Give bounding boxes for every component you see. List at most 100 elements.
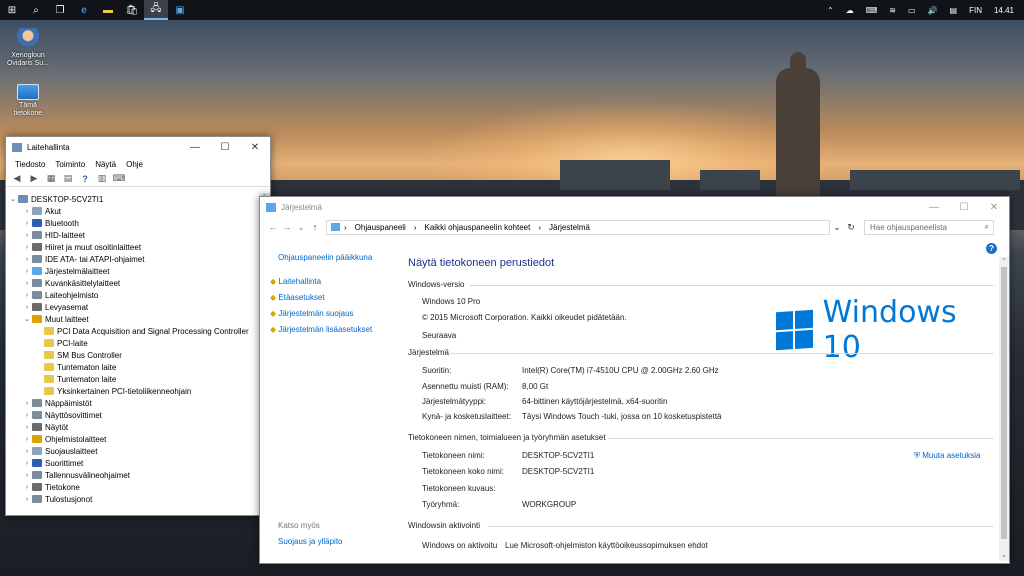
back-arrow-icon[interactable]: ← — [266, 222, 280, 232]
keyboard-icon[interactable]: ⌨ — [860, 6, 884, 15]
side-link-label[interactable]: Järjestelmän lisäasetukset — [278, 325, 372, 334]
tree-category-item[interactable]: › Kuvankäsittelylaitteet — [6, 277, 260, 289]
breadcrumb-all-items[interactable]: Kaikki ohjauspaneelin kohteet — [421, 223, 535, 232]
store-button[interactable]: 🛍 — [120, 0, 144, 20]
scroll-down-arrow[interactable]: ⌄ — [999, 551, 1009, 561]
menu-help[interactable]: Ohje — [121, 160, 148, 169]
address-bar[interactable]: › Ohjauspaneeli › Kaikki ohjauspaneelin … — [326, 219, 830, 235]
device-manager-taskbar-button[interactable]: 🖧 — [144, 0, 168, 20]
next-link[interactable]: Seuraava — [422, 331, 456, 340]
chevron-right-icon[interactable]: › — [22, 244, 32, 251]
desktop-icon-this-pc[interactable]: Tämä tietokone — [4, 80, 52, 118]
properties-icon[interactable]: ▤ — [61, 173, 75, 185]
forward-arrow-icon[interactable]: ▶ — [27, 173, 41, 185]
help-button[interactable]: ? — [986, 243, 997, 254]
minimize-button[interactable]: — — [919, 197, 949, 217]
chevron-down-icon[interactable]: ⌄ — [8, 195, 18, 203]
side-link-advanced[interactable]: ◆ Järjestelmän lisäasetukset — [270, 325, 372, 334]
tree-child-item[interactable]: Yksinkertainen PCI-tietoliikenneohjain — [6, 385, 260, 397]
tree-category-item[interactable]: › HID-laitteet — [6, 229, 260, 241]
side-link-protection[interactable]: ◆ Järjestelmän suojaus — [270, 309, 354, 318]
tree-category-item[interactable]: › Levyasemat — [6, 301, 260, 313]
battery-icon[interactable]: ▭ — [902, 6, 922, 15]
close-button[interactable]: ✕ — [979, 197, 1009, 217]
chevron-down-icon[interactable]: ⌄ — [294, 222, 308, 233]
menu-action[interactable]: Toiminto — [50, 160, 90, 169]
tree-category-item[interactable]: › Näytöt — [6, 421, 260, 433]
tree-category-item[interactable]: › Suorittimet — [6, 457, 260, 469]
side-link-label[interactable]: Laitehallinta — [278, 277, 321, 286]
chevron-right-icon[interactable]: › — [22, 412, 32, 419]
chevron-right-icon[interactable]: › — [22, 400, 32, 407]
tree-category-item[interactable]: › Tulostusjonot — [6, 493, 260, 505]
wifi-icon[interactable]: ≋ — [883, 6, 902, 15]
tree-category-item[interactable]: › Tietokone — [6, 481, 260, 493]
control-panel-home-link[interactable]: Ohjauspaneelin pääikkuna — [278, 253, 372, 262]
chevron-right-icon[interactable]: › — [22, 448, 32, 455]
control-panel-taskbar-button[interactable]: ▣ — [168, 0, 192, 20]
tree-child-item[interactable]: Tuntematon laite — [6, 361, 260, 373]
chevron-down-icon[interactable]: ⌄ — [22, 315, 32, 323]
help-icon[interactable]: ? — [78, 173, 92, 185]
tree-category-item[interactable]: › Akut — [6, 205, 260, 217]
side-link-label[interactable]: Järjestelmän suojaus — [278, 309, 353, 318]
license-terms-link[interactable]: Lue Microsoft-ohjelmiston käyttöoikeusso… — [505, 541, 708, 550]
side-link-label[interactable]: Etäasetukset — [278, 293, 324, 302]
tree-category-item[interactable]: › Tallennusvälineohjaimet — [6, 469, 260, 481]
tree-category-item[interactable]: › Laiteohjelmisto — [6, 289, 260, 301]
chevron-right-icon[interactable]: › — [22, 280, 32, 287]
onedrive-icon[interactable]: ☁ — [840, 6, 860, 15]
address-dropdown-icon[interactable]: ⌄ — [830, 222, 844, 233]
chevron-right-icon[interactable]: › — [22, 232, 32, 239]
breadcrumb-system[interactable]: Järjestelmä — [545, 223, 594, 232]
search-input[interactable]: Hae ohjauspaneelista ⌕ — [864, 219, 994, 235]
maximize-button[interactable]: ☐ — [210, 137, 240, 157]
chevron-right-icon[interactable]: › — [22, 208, 32, 215]
tree-category-item[interactable]: › Suojauslaitteet — [6, 445, 260, 457]
task-view-button[interactable]: ❐ — [48, 0, 72, 20]
tree-child-item[interactable]: SM Bus Controller — [6, 349, 260, 361]
side-link-device-manager[interactable]: ◆ Laitehallinta — [270, 277, 321, 286]
security-maintenance-link[interactable]: Suojaus ja ylläpito — [278, 537, 342, 546]
menu-file[interactable]: Tiedosto — [10, 160, 50, 169]
tree-category-item[interactable]: › Ohjelmistolaitteet — [6, 433, 260, 445]
edge-button[interactable]: e — [72, 0, 96, 20]
tree-category-item[interactable]: › Hiiret ja muut osoitinlaitteet — [6, 241, 260, 253]
chevron-right-icon[interactable]: › — [22, 484, 32, 491]
search-button[interactable]: ⌕ — [24, 0, 48, 20]
refresh-icon[interactable]: ↻ — [844, 222, 858, 233]
chevron-right-icon[interactable]: › — [22, 460, 32, 467]
file-explorer-button[interactable]: ▬ — [96, 0, 120, 20]
up-arrow-icon[interactable]: ↑ — [308, 222, 322, 232]
chevron-right-icon[interactable]: › — [22, 304, 32, 311]
tree-category-item[interactable]: › Bluetooth — [6, 217, 260, 229]
desktop-icon-user[interactable]: Xenogloun Ovidaris Su... — [4, 28, 52, 68]
chevron-right-icon[interactable]: › — [22, 268, 32, 275]
device-manager-titlebar[interactable]: Laitehallinta — ☐ ✕ — [6, 137, 270, 157]
tree-category-item[interactable]: › IDE ATA- tai ATAPI-ohjaimet — [6, 253, 260, 265]
system-scrollbar[interactable]: ⌃ ⌄ — [999, 257, 1009, 561]
scroll-thumb[interactable] — [1001, 267, 1007, 539]
scroll-up-arrow[interactable]: ⌃ — [999, 257, 1009, 267]
chevron-up-icon[interactable]: ⌃ — [821, 6, 840, 15]
forward-arrow-icon[interactable]: → — [280, 222, 294, 232]
tree-category-item[interactable]: › Näyttösovittimet — [6, 409, 260, 421]
clock[interactable]: 14.41 — [988, 6, 1024, 15]
breadcrumb-control-panel[interactable]: Ohjauspaneeli — [351, 223, 410, 232]
close-button[interactable]: ✕ — [240, 137, 270, 157]
change-settings-link[interactable]: Muuta asetuksia — [922, 451, 980, 460]
tree-root[interactable]: ⌄ DESKTOP-5CV2TI1 — [6, 193, 260, 205]
tree-child-item[interactable]: PCI-laite — [6, 337, 260, 349]
tree-view-icon[interactable]: ▦ — [44, 173, 58, 185]
chevron-right-icon[interactable]: › — [22, 292, 32, 299]
scan-hardware-icon[interactable]: ⌨ — [112, 173, 126, 185]
menu-view[interactable]: Näytä — [90, 160, 121, 169]
chevron-right-icon[interactable]: › — [22, 496, 32, 503]
tree-category-item[interactable]: › Näppäimistöt — [6, 397, 260, 409]
tree-child-item[interactable]: Tuntematon laite — [6, 373, 260, 385]
tree-category-item[interactable]: ⌄ Muut laitteet — [6, 313, 260, 325]
start-button[interactable]: ⊞ — [0, 0, 24, 20]
side-link-remote[interactable]: ◆ Etäasetukset — [270, 293, 325, 302]
maximize-button[interactable]: ☐ — [949, 197, 979, 217]
update-driver-icon[interactable]: ▥ — [95, 173, 109, 185]
